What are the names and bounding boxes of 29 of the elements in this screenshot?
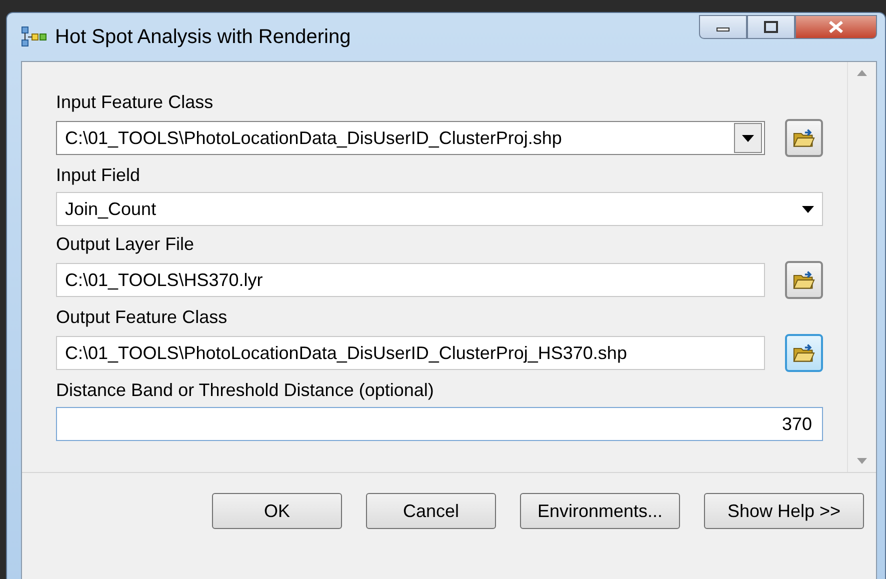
browse-button[interactable] <box>785 261 823 299</box>
folder-icon <box>793 342 815 364</box>
close-icon <box>828 20 844 34</box>
close-button[interactable] <box>795 15 877 39</box>
model-tool-icon <box>21 26 47 48</box>
minimize-button[interactable] <box>699 15 747 39</box>
input-field[interactable]: C:\01_TOOLS\HS370.lyr <box>56 263 765 297</box>
folder-icon <box>793 269 815 291</box>
field-label: Output Layer File <box>56 234 196 255</box>
dialog-button[interactable]: Show Help >> <box>704 493 864 529</box>
input-field[interactable]: C:\01_TOOLS\PhotoLocationData_DisUserID_ClusterProj_HS370.shp <box>56 336 765 370</box>
folder-icon <box>793 127 815 149</box>
window-title: Hot Spot Analysis with Rendering <box>55 26 352 48</box>
browse-button[interactable] <box>785 119 823 157</box>
field-label: Output Feature Class <box>56 307 228 328</box>
maximize-icon <box>764 21 778 33</box>
maximize-button[interactable] <box>747 15 795 39</box>
input-field[interactable]: 370 <box>56 407 823 441</box>
field-label: Input Field <box>56 165 142 186</box>
dialog-button[interactable]: Cancel <box>366 493 496 529</box>
field-label: Distance Band or Threshold Distance (optional) <box>56 380 435 401</box>
field-label: Input Feature Class <box>56 92 214 113</box>
dialog-button[interactable]: OK <box>212 493 342 529</box>
browse-button[interactable] <box>785 334 823 372</box>
input-field[interactable]: C:\01_TOOLS\PhotoLocationData_DisUserID_ClusterProj.shp <box>56 121 765 155</box>
dropdown-button[interactable] <box>734 123 762 153</box>
dropdown-field[interactable]: Join_Count <box>56 192 823 226</box>
dropdown-arrow-icon <box>802 206 814 212</box>
dialog-button[interactable]: Environments... <box>520 493 680 529</box>
